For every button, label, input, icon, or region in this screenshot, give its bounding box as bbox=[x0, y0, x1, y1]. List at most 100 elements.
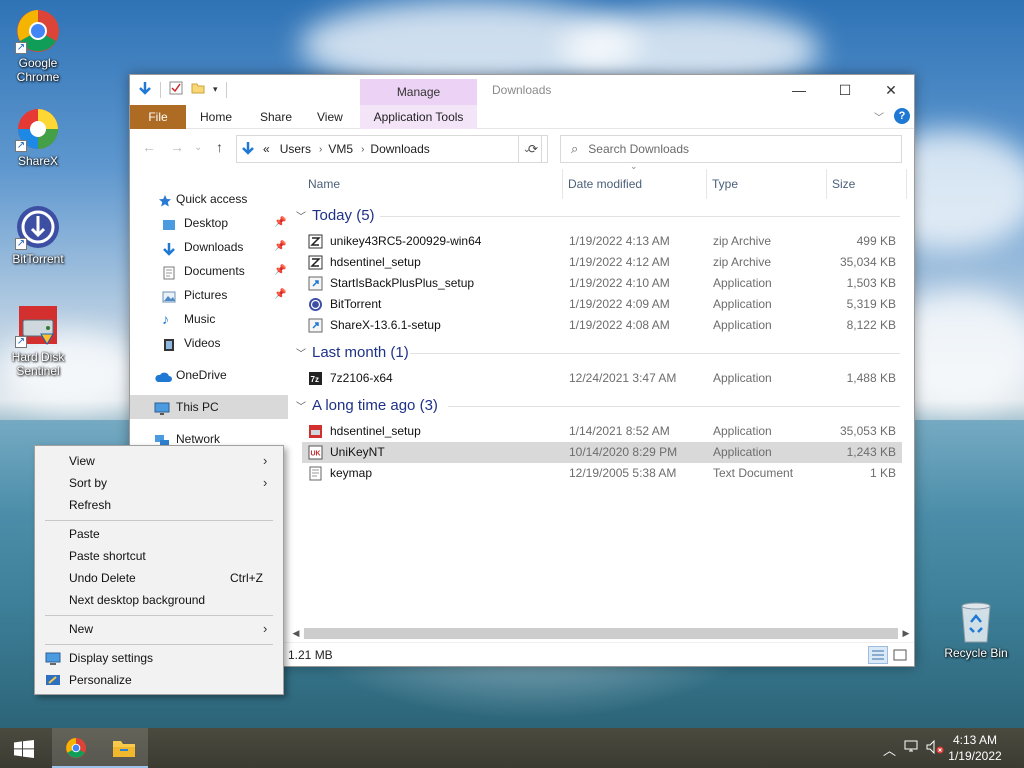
scroll-left-icon[interactable]: ◀ bbox=[288, 625, 304, 642]
menu-item-personalize[interactable]: Personalize bbox=[35, 669, 283, 691]
horizontal-scrollbar[interactable]: ◀ ▶ bbox=[288, 625, 914, 642]
refresh-button[interactable]: ⟳ bbox=[518, 135, 548, 163]
recent-locations-icon[interactable]: ⌄ bbox=[194, 142, 202, 153]
minimize-button[interactable]: — bbox=[776, 75, 822, 105]
file-row[interactable]: ShareX-13.6.1-setup 1/19/2022 4:08 AM Ap… bbox=[302, 315, 902, 336]
chevron-up-icon[interactable]: ︿ bbox=[883, 740, 896, 759]
nav-documents[interactable]: Documents 📌 bbox=[130, 259, 288, 283]
menu-item-new[interactable]: New › bbox=[35, 618, 283, 640]
file-row[interactable]: unikey43RC5-200929-win64 1/19/2022 4:13 … bbox=[302, 231, 902, 252]
menu-item-display-settings[interactable]: Display settings bbox=[35, 647, 283, 669]
tab-application-tools[interactable]: Application Tools bbox=[360, 105, 477, 129]
clock[interactable]: 4:13 AM 1/19/2022 bbox=[940, 732, 1010, 764]
setup-icon bbox=[308, 276, 323, 291]
nav-downloads[interactable]: Downloads 📌 bbox=[130, 235, 288, 259]
details-view-icon[interactable] bbox=[868, 646, 888, 664]
properties-icon[interactable] bbox=[169, 81, 183, 98]
column-header-size[interactable]: Size bbox=[832, 167, 855, 201]
nav-quick-access[interactable]: Quick access bbox=[130, 187, 288, 211]
large-icons-view-icon[interactable] bbox=[890, 646, 910, 664]
nav-onedrive[interactable]: OneDrive bbox=[130, 363, 288, 387]
start-button[interactable] bbox=[0, 728, 48, 768]
pin-icon[interactable]: 📌 bbox=[274, 235, 286, 259]
nav-this-pc[interactable]: This PC bbox=[130, 395, 288, 419]
maximize-button[interactable]: ☐ bbox=[822, 75, 868, 105]
group-header-today[interactable]: ﹀ Today (5) bbox=[296, 205, 375, 227]
back-arrow-icon[interactable]: ← bbox=[142, 139, 156, 155]
desktop-icon-label: BitTorrent bbox=[12, 252, 64, 266]
bittorrent-icon: ↗ bbox=[15, 204, 61, 250]
taskbar-chrome[interactable] bbox=[52, 728, 100, 768]
music-note-icon: ♪ bbox=[162, 311, 169, 327]
sharex-icon: ↗ bbox=[15, 106, 61, 152]
column-header-date[interactable]: Date modified bbox=[568, 167, 642, 201]
desktop-icon-label: ShareX bbox=[17, 154, 59, 168]
chevron-right-icon[interactable]: › bbox=[361, 144, 364, 155]
nav-music[interactable]: ♪ Music bbox=[130, 307, 288, 331]
chevron-right-icon[interactable]: › bbox=[319, 144, 322, 155]
breadcrumb-downloads[interactable]: Downloads bbox=[370, 142, 429, 156]
tab-file[interactable]: File bbox=[130, 105, 186, 129]
menu-item-sort-by[interactable]: Sort by › bbox=[35, 472, 283, 494]
taskbar-file-explorer[interactable] bbox=[100, 728, 148, 768]
menu-item-undo-delete[interactable]: Undo Delete Ctrl+Z bbox=[35, 567, 283, 589]
hdsentinel-icon bbox=[308, 424, 323, 439]
quick-access-toolbar: ▾ bbox=[138, 81, 227, 98]
file-row[interactable]: hdsentinel_setup 1/14/2021 8:52 AM Appli… bbox=[302, 421, 902, 442]
menu-item-paste-shortcut[interactable]: Paste shortcut bbox=[35, 545, 283, 567]
up-arrow-icon[interactable]: ↑ bbox=[216, 139, 223, 155]
new-folder-icon[interactable] bbox=[191, 81, 205, 98]
group-header-last-month[interactable]: ﹀ Last month (1) bbox=[296, 342, 409, 364]
search-input[interactable]: ⌕ Search Downloads bbox=[560, 135, 902, 163]
file-row[interactable]: UK UniKeyNT 10/14/2020 8:29 PM Applicati… bbox=[302, 442, 902, 463]
file-row[interactable]: 7z 7z2106-x64 12/24/2021 3:47 AM Applica… bbox=[302, 368, 902, 389]
network-icon bbox=[154, 432, 169, 447]
pin-icon[interactable]: 📌 bbox=[274, 211, 286, 235]
forward-arrow-icon[interactable]: → bbox=[170, 139, 184, 155]
breadcrumb-vm5[interactable]: VM5 bbox=[328, 142, 353, 156]
menu-item-paste[interactable]: Paste bbox=[35, 523, 283, 545]
column-header-name[interactable]: Name bbox=[308, 167, 340, 201]
search-icon: ⌕ bbox=[571, 141, 579, 156]
nav-videos[interactable]: Videos bbox=[130, 331, 288, 355]
desktop-icon-sharex[interactable]: ↗ ShareX bbox=[0, 106, 76, 168]
qat-dropdown-icon[interactable]: ▾ bbox=[213, 84, 218, 95]
close-button[interactable]: ✕ bbox=[868, 75, 914, 105]
title-bar[interactable]: ▾ Manage Downloads — ☐ ✕ bbox=[130, 75, 914, 106]
tab-home[interactable]: Home bbox=[190, 105, 242, 129]
nav-desktop[interactable]: Desktop 📌 bbox=[130, 211, 288, 235]
address-bar[interactable]: « Users › VM5 › Downloads ⌄ bbox=[236, 135, 542, 163]
menu-item-refresh[interactable]: Refresh bbox=[35, 494, 283, 516]
tab-view[interactable]: View bbox=[307, 105, 353, 129]
group-header-long-ago[interactable]: ﹀ A long time ago (3) bbox=[296, 395, 438, 417]
desktop-icon-label: Hard Disk Sentinel bbox=[11, 350, 65, 378]
file-row[interactable]: keymap 12/19/2005 5:38 AM Text Document … bbox=[302, 463, 902, 484]
nav-pictures[interactable]: Pictures 📌 bbox=[130, 283, 288, 307]
tab-share[interactable]: Share bbox=[250, 105, 302, 129]
scroll-thumb[interactable] bbox=[304, 628, 898, 639]
download-arrow-icon bbox=[162, 240, 176, 256]
help-icon[interactable]: ? bbox=[894, 108, 910, 124]
menu-item-next-background[interactable]: Next desktop background bbox=[35, 589, 283, 611]
desktop-icon-chrome[interactable]: ↗ Google Chrome bbox=[0, 8, 76, 84]
ribbon-expand-icon[interactable]: ﹀ bbox=[874, 109, 884, 124]
pin-icon[interactable]: 📌 bbox=[274, 283, 286, 307]
shortcut-text: Ctrl+Z bbox=[230, 571, 263, 585]
sort-indicator-icon: ⌄ bbox=[630, 161, 638, 171]
file-row[interactable]: BitTorrent 1/19/2022 4:09 AM Application… bbox=[302, 294, 902, 315]
chrome-icon bbox=[65, 737, 87, 762]
breadcrumb-overflow[interactable]: « bbox=[263, 142, 270, 156]
desktop-icon-bittorrent[interactable]: ↗ BitTorrent bbox=[0, 204, 76, 266]
breadcrumb-users[interactable]: Users bbox=[280, 142, 311, 156]
pin-icon[interactable]: 📌 bbox=[274, 259, 286, 283]
network-tray-icon[interactable] bbox=[904, 740, 920, 757]
file-row[interactable]: hdsentinel_setup 1/19/2022 4:12 AM zip A… bbox=[302, 252, 902, 273]
file-row[interactable]: StartIsBackPlusPlus_setup 1/19/2022 4:10… bbox=[302, 273, 902, 294]
desktop-icon-hdsentinel[interactable]: ↗ Hard Disk Sentinel bbox=[0, 302, 76, 378]
desktop-icon-recycle-bin[interactable]: Recycle Bin bbox=[940, 598, 1012, 660]
scroll-right-icon[interactable]: ▶ bbox=[898, 625, 914, 642]
window-title: Downloads bbox=[492, 83, 552, 97]
column-header-type[interactable]: Type bbox=[712, 167, 738, 201]
hard-disk-icon: ↗ bbox=[15, 302, 61, 348]
menu-item-view[interactable]: View › bbox=[35, 450, 283, 472]
